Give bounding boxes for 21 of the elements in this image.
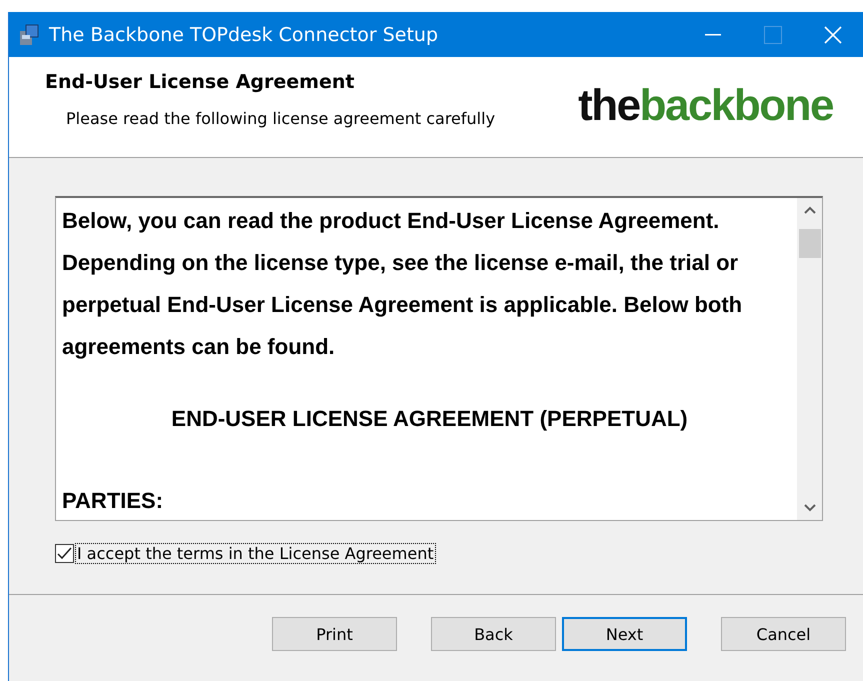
license-heading: END-USER LICENSE AGREEMENT (PERPETUAL) — [170, 405, 689, 433]
license-paragraph: Below, you can read the product End-User License Agreement. Depending on the license type, see the license e-mail, the trial or perpetual End-User License Agreement is applicable. Below both agreements can be found. — [62, 207, 744, 361]
print-button[interactable]: Print — [272, 617, 397, 651]
accept-label[interactable]: I accept the terms in the License Agreement — [75, 543, 436, 564]
next-button[interactable]: Next — [562, 617, 687, 651]
minimize-button[interactable] — [705, 34, 721, 36]
page-title: End-User License Agreement — [45, 71, 356, 93]
close-button[interactable] — [824, 26, 842, 44]
logo: thebackbone — [578, 81, 833, 132]
license-text-box[interactable] — [55, 196, 823, 521]
window-title: The Backbone TOPdesk Connector Setup — [49, 24, 440, 46]
cancel-button[interactable]: Cancel — [721, 617, 846, 651]
scroll-down-icon[interactable] — [804, 504, 816, 512]
scroll-up-icon[interactable] — [804, 206, 816, 214]
license-paragraph: PARTIES: — [62, 487, 164, 515]
page-subtitle: Please read the following license agreement carefully — [66, 109, 496, 128]
scroll-thumb[interactable] — [799, 229, 821, 258]
accept-checkbox[interactable] — [55, 544, 74, 563]
installer-icon — [17, 22, 41, 46]
scrollbar[interactable] — [797, 198, 822, 520]
back-button[interactable]: Back — [431, 617, 556, 651]
